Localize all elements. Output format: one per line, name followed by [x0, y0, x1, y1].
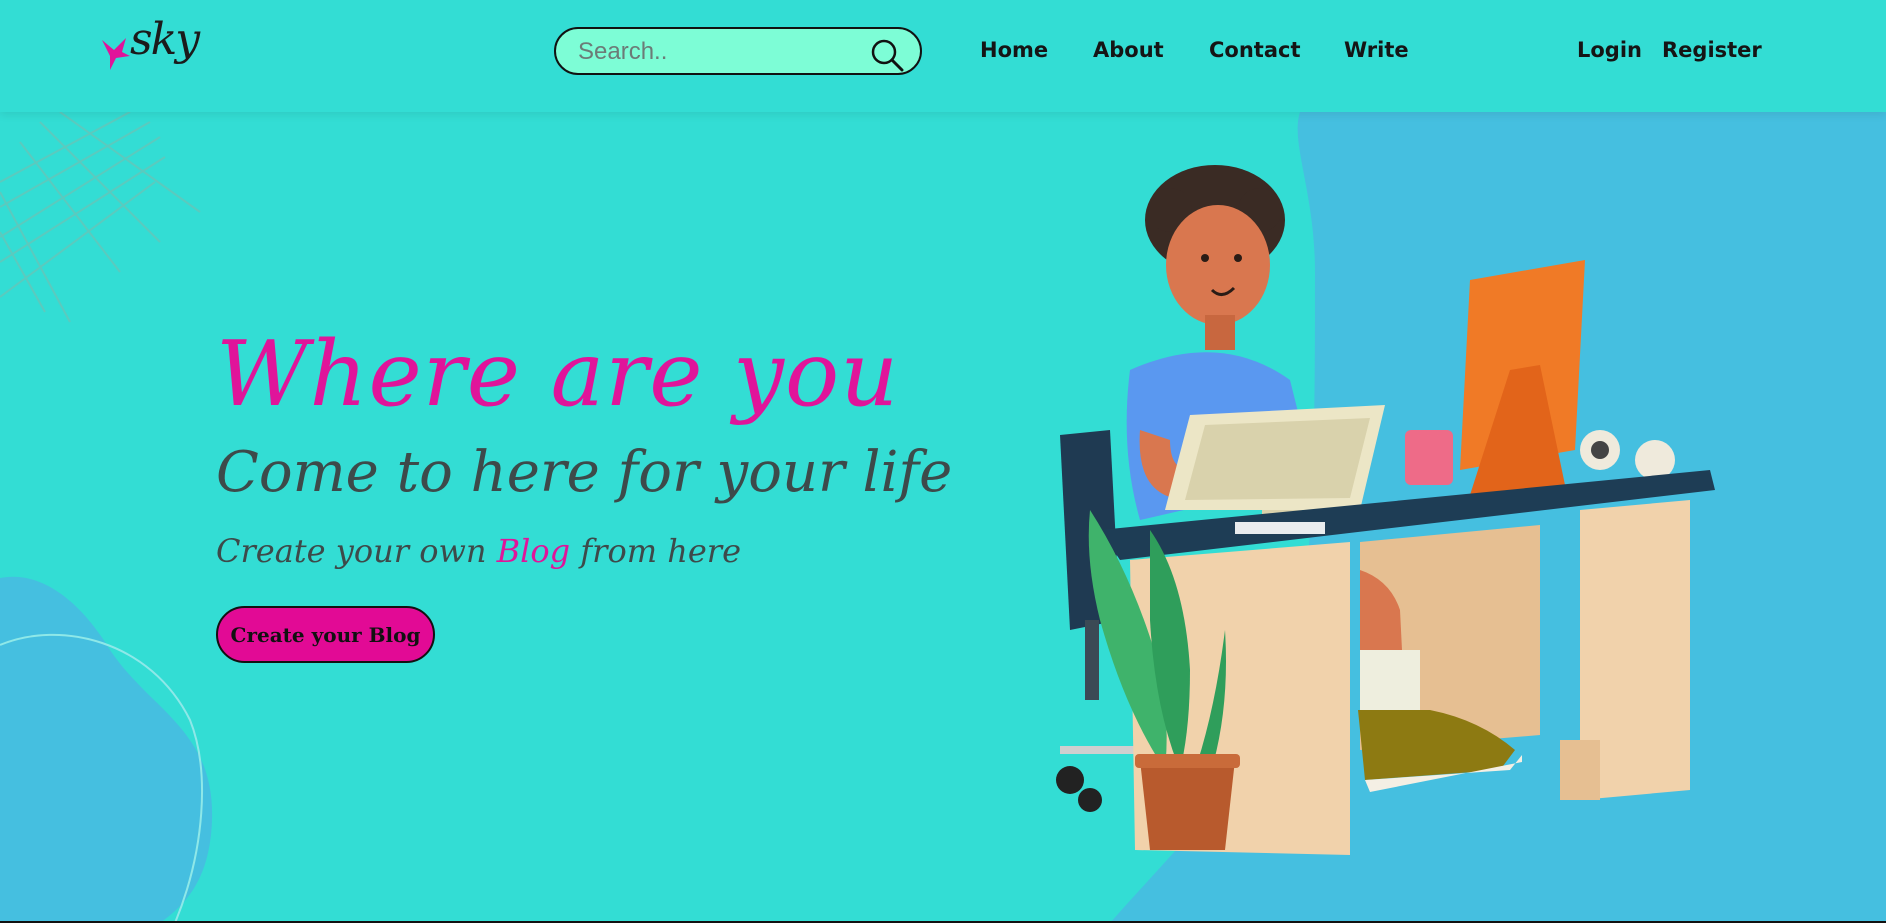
site-logo[interactable]: sky	[100, 8, 200, 94]
nav-about[interactable]: About	[1093, 38, 1164, 62]
tagline-start: Create your own	[216, 532, 497, 570]
person-at-desk-illustration	[1056, 165, 1715, 855]
nav-home[interactable]: Home	[980, 38, 1048, 62]
hero-title: Where are you	[216, 322, 900, 427]
nav-login[interactable]: Login	[1577, 38, 1642, 62]
nav-register[interactable]: Register	[1662, 38, 1762, 62]
decorative-lines	[0, 112, 201, 323]
nav-write[interactable]: Write	[1344, 38, 1409, 62]
search-input[interactable]	[576, 36, 870, 68]
tagline-end: from here	[570, 532, 741, 570]
logo-text: sky	[130, 14, 200, 65]
hero-subtitle: Come to here for your life	[216, 440, 953, 505]
top-navbar: sky Home About Contact Write Login Regis…	[0, 0, 1886, 112]
landing-page: sky Home About Contact Write Login Regis…	[0, 0, 1886, 923]
create-blog-button[interactable]: Create your Blog	[216, 606, 435, 663]
tagline-blog-accent: Blog	[496, 532, 571, 570]
search-icon[interactable]	[870, 38, 904, 72]
search-bar	[554, 27, 922, 75]
hero-tagline: Create your own Blog from here	[216, 532, 741, 570]
bird-logo-icon	[102, 38, 130, 70]
nav-contact[interactable]: Contact	[1209, 38, 1301, 62]
left-blue-blob	[0, 576, 213, 923]
